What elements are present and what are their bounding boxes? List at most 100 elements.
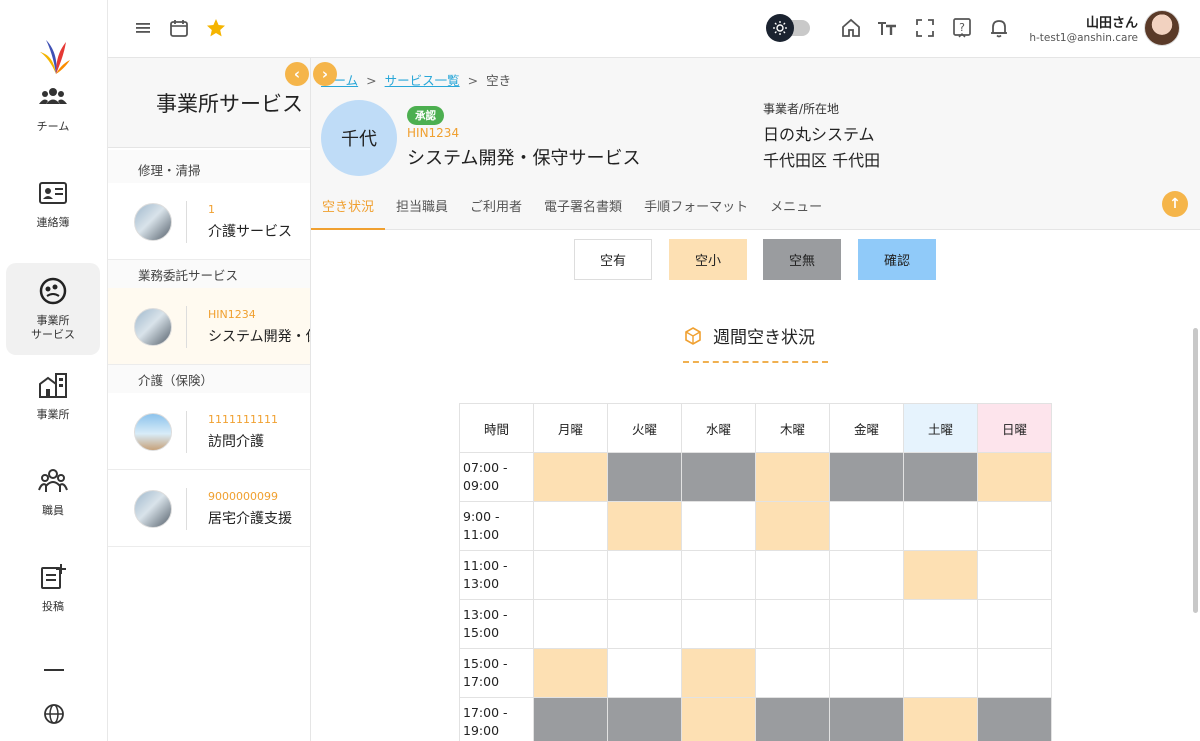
legend-available-button[interactable]: 空有: [574, 239, 652, 280]
text-size-icon[interactable]: [876, 17, 898, 39]
scrollbar[interactable]: [1193, 328, 1198, 613]
availability-cell[interactable]: [755, 501, 830, 551]
day-header: 火曜: [607, 403, 682, 453]
collapse-rail-button[interactable]: [44, 669, 64, 671]
table-row: 15:00 - 17:00: [459, 648, 1052, 698]
menu-icon[interactable]: [132, 17, 154, 39]
availability-cell[interactable]: [607, 697, 682, 741]
availability-cell[interactable]: [607, 599, 682, 649]
availability-cell[interactable]: [903, 501, 978, 551]
availability-cell[interactable]: [681, 501, 756, 551]
list-item[interactable]: 9000000099 居宅介護支援: [108, 470, 310, 547]
availability-cell[interactable]: [533, 550, 608, 600]
availability-cell[interactable]: [903, 648, 978, 698]
group-label: 修理・清掃: [138, 163, 201, 178]
table-header-row: 時間 月曜 火曜 水曜 木曜 金曜 土曜 日曜: [459, 403, 1052, 453]
bell-icon[interactable]: [988, 17, 1010, 39]
legend-confirm-button[interactable]: 確認: [858, 239, 936, 280]
availability-cell[interactable]: [755, 648, 830, 698]
availability-cell[interactable]: [533, 452, 608, 502]
availability-cell[interactable]: [681, 648, 756, 698]
availability-cell[interactable]: [977, 550, 1052, 600]
availability-cell[interactable]: [681, 599, 756, 649]
rail-item-post[interactable]: 投稿: [6, 542, 100, 634]
list-item[interactable]: HIN1234 システム開発・保守サービス: [108, 288, 310, 365]
divider: [186, 488, 187, 530]
avatar[interactable]: [1144, 10, 1180, 46]
calendar-icon[interactable]: [168, 17, 190, 39]
day-header: 土曜: [903, 403, 978, 453]
tab-availability[interactable]: 空き状況: [311, 186, 386, 230]
rail-item-label: チーム: [36, 120, 70, 133]
availability-cell[interactable]: [755, 599, 830, 649]
availability-cell[interactable]: [977, 501, 1052, 551]
availability-cell[interactable]: [829, 697, 904, 741]
availability-cell[interactable]: [977, 648, 1052, 698]
scroll-up-button[interactable]: ↑: [1162, 191, 1188, 217]
availability-cell[interactable]: [977, 452, 1052, 502]
divider: [186, 411, 187, 453]
time-slot-label: 13:00 - 15:00: [459, 599, 534, 649]
day-header: 水曜: [681, 403, 756, 453]
legend-none-button[interactable]: 空無: [763, 239, 841, 280]
availability-cell[interactable]: [903, 599, 978, 649]
star-icon[interactable]: [205, 17, 227, 39]
availability-cell[interactable]: [903, 550, 978, 600]
availability-cell[interactable]: [681, 697, 756, 741]
availability-cell[interactable]: [829, 599, 904, 649]
arrow-left-icon[interactable]: ‹: [285, 62, 309, 86]
availability-cell[interactable]: [829, 501, 904, 551]
availability-cell[interactable]: [533, 648, 608, 698]
group-label: 介護（保険）: [138, 373, 214, 388]
availability-cell[interactable]: [903, 452, 978, 502]
availability-cell[interactable]: [755, 697, 830, 741]
service-thumbnail: [134, 308, 172, 346]
availability-cell[interactable]: [829, 452, 904, 502]
service-name: 介護サービス: [208, 224, 292, 240]
availability-cell[interactable]: [829, 550, 904, 600]
arrow-right-icon[interactable]: ›: [313, 62, 337, 86]
nav-rail: チーム 連絡簿 事業所 サービス 事業所 職員 投稿: [0, 0, 108, 741]
availability-cell[interactable]: [681, 452, 756, 502]
time-header: 時間: [459, 403, 534, 453]
availability-cell[interactable]: [977, 697, 1052, 741]
breadcrumb-service-list-link[interactable]: サービス一覧: [385, 73, 460, 88]
list-item[interactable]: 1 介護サービス: [108, 183, 310, 260]
legend-few-button[interactable]: 空小: [669, 239, 747, 280]
theme-toggle[interactable]: [766, 14, 812, 42]
rail-item-service[interactable]: 事業所 サービス: [6, 263, 100, 355]
fullscreen-icon[interactable]: [914, 17, 936, 39]
availability-cell[interactable]: [755, 550, 830, 600]
table-row: 17:00 - 19:00: [459, 697, 1052, 741]
globe-icon[interactable]: [43, 703, 65, 725]
service-thumbnail: [134, 413, 172, 451]
service-code: 1111111111: [208, 413, 278, 426]
tab-menu[interactable]: メニュー: [759, 186, 833, 230]
rail-item-contact-book[interactable]: 連絡簿: [6, 158, 100, 250]
availability-cell[interactable]: [755, 452, 830, 502]
availability-cell[interactable]: [681, 550, 756, 600]
rail-item-office[interactable]: 事業所: [6, 350, 100, 442]
tab-staff[interactable]: 担当職員: [385, 186, 459, 230]
rail-item-team[interactable]: チーム: [6, 62, 100, 154]
availability-cell[interactable]: [533, 697, 608, 741]
availability-cell[interactable]: [903, 697, 978, 741]
tab-e-signature[interactable]: 電子署名書類: [533, 186, 633, 230]
home-icon[interactable]: [840, 17, 862, 39]
rail-item-label: 職員: [42, 504, 64, 517]
availability-cell[interactable]: [607, 501, 682, 551]
breadcrumb: ホーム > サービス一覧 > 空き: [321, 73, 512, 88]
help-icon[interactable]: ?: [951, 17, 973, 39]
rail-item-staff[interactable]: 職員: [6, 446, 100, 538]
availability-cell[interactable]: [977, 599, 1052, 649]
list-item[interactable]: 1111111111 訪問介護: [108, 393, 310, 470]
availability-cell[interactable]: [607, 452, 682, 502]
tab-users[interactable]: ご利用者: [459, 186, 533, 230]
availability-cell[interactable]: [533, 599, 608, 649]
user-name[interactable]: 山田さん: [1086, 12, 1138, 31]
availability-cell[interactable]: [533, 501, 608, 551]
availability-cell[interactable]: [829, 648, 904, 698]
availability-cell[interactable]: [607, 550, 682, 600]
availability-cell[interactable]: [607, 648, 682, 698]
tab-procedure-format[interactable]: 手順フォーマット: [633, 186, 759, 230]
